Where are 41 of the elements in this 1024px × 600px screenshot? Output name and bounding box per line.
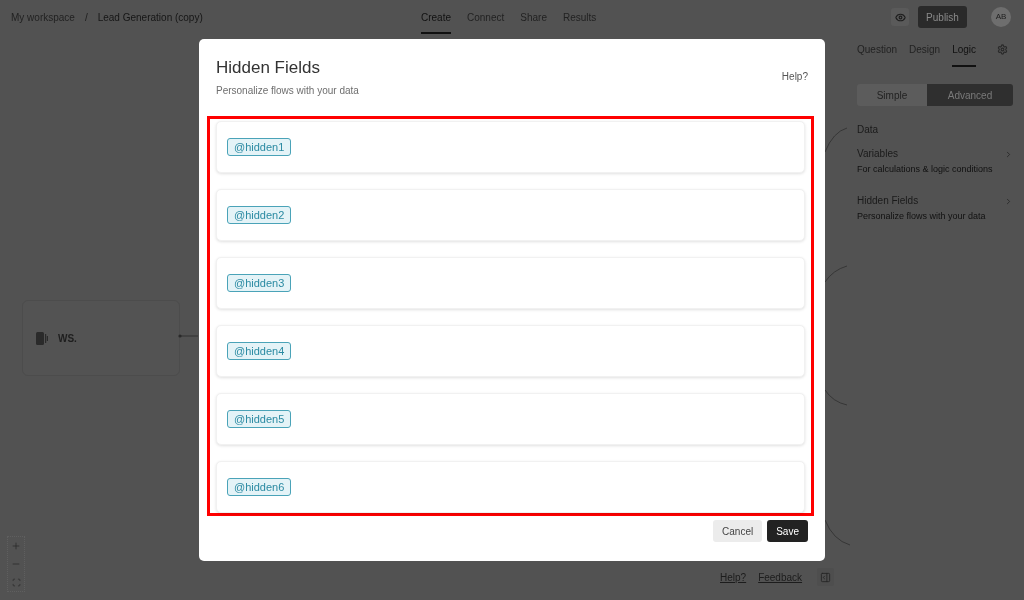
settings-icon [997, 44, 1008, 55]
settings-button[interactable] [997, 44, 1008, 55]
chevron-right-icon [1004, 196, 1013, 206]
variable-tag: @hidden2 [227, 206, 292, 224]
fit-view-button[interactable] [11, 577, 21, 587]
hidden-field-card[interactable]: @hidden5 [216, 393, 805, 445]
connector-line [824, 127, 848, 153]
variable-tag: @hidden1 [227, 138, 292, 156]
breadcrumb-separator: / [84, 10, 88, 25]
variable-tag: @hidden3 [227, 274, 292, 292]
panel-tab[interactable]: Logic [952, 34, 977, 67]
nav-tab[interactable]: Create [421, 0, 451, 34]
zoom-in-button[interactable] [11, 541, 21, 552]
hidden-field-card[interactable]: @hidden1 [216, 121, 805, 173]
hidden-field-card[interactable]: @hidden2 [216, 189, 805, 241]
connector-line [824, 265, 848, 283]
publish-button[interactable]: Publish [918, 6, 967, 28]
document-icon [36, 331, 48, 345]
dialog-title: Hidden Fields [216, 58, 321, 78]
chevron-right-icon [1004, 149, 1013, 159]
hidden-field-card[interactable]: @hidden6 [216, 461, 805, 513]
cancel-button[interactable]: Cancel [713, 520, 763, 542]
connector-line [824, 519, 851, 546]
plus-icon [11, 541, 21, 552]
dialog-subtitle: Personalize flows with your data [216, 84, 359, 98]
eye-icon [894, 11, 906, 23]
user-avatar[interactable]: AB [991, 7, 1011, 27]
hidden-field-card[interactable]: @hidden3 [216, 257, 805, 309]
panel-toggle-icon [820, 571, 832, 583]
fit-view-icon [11, 577, 21, 587]
connector-line [824, 389, 848, 406]
save-button[interactable]: Save [767, 520, 808, 542]
hidden-field-card[interactable]: @hidden4 [216, 325, 805, 377]
mode-toggle[interactable]: Advanced [927, 84, 1013, 106]
panel-toggle-button[interactable] [817, 568, 835, 586]
variable-tag: @hidden5 [227, 410, 292, 428]
variable-tag: @hidden4 [227, 342, 292, 360]
variable-tag: @hidden6 [227, 478, 292, 496]
menu-item-title: Hidden Fields [857, 195, 919, 207]
preview-button[interactable] [891, 8, 909, 26]
help-link[interactable]: Help? [781, 70, 808, 84]
